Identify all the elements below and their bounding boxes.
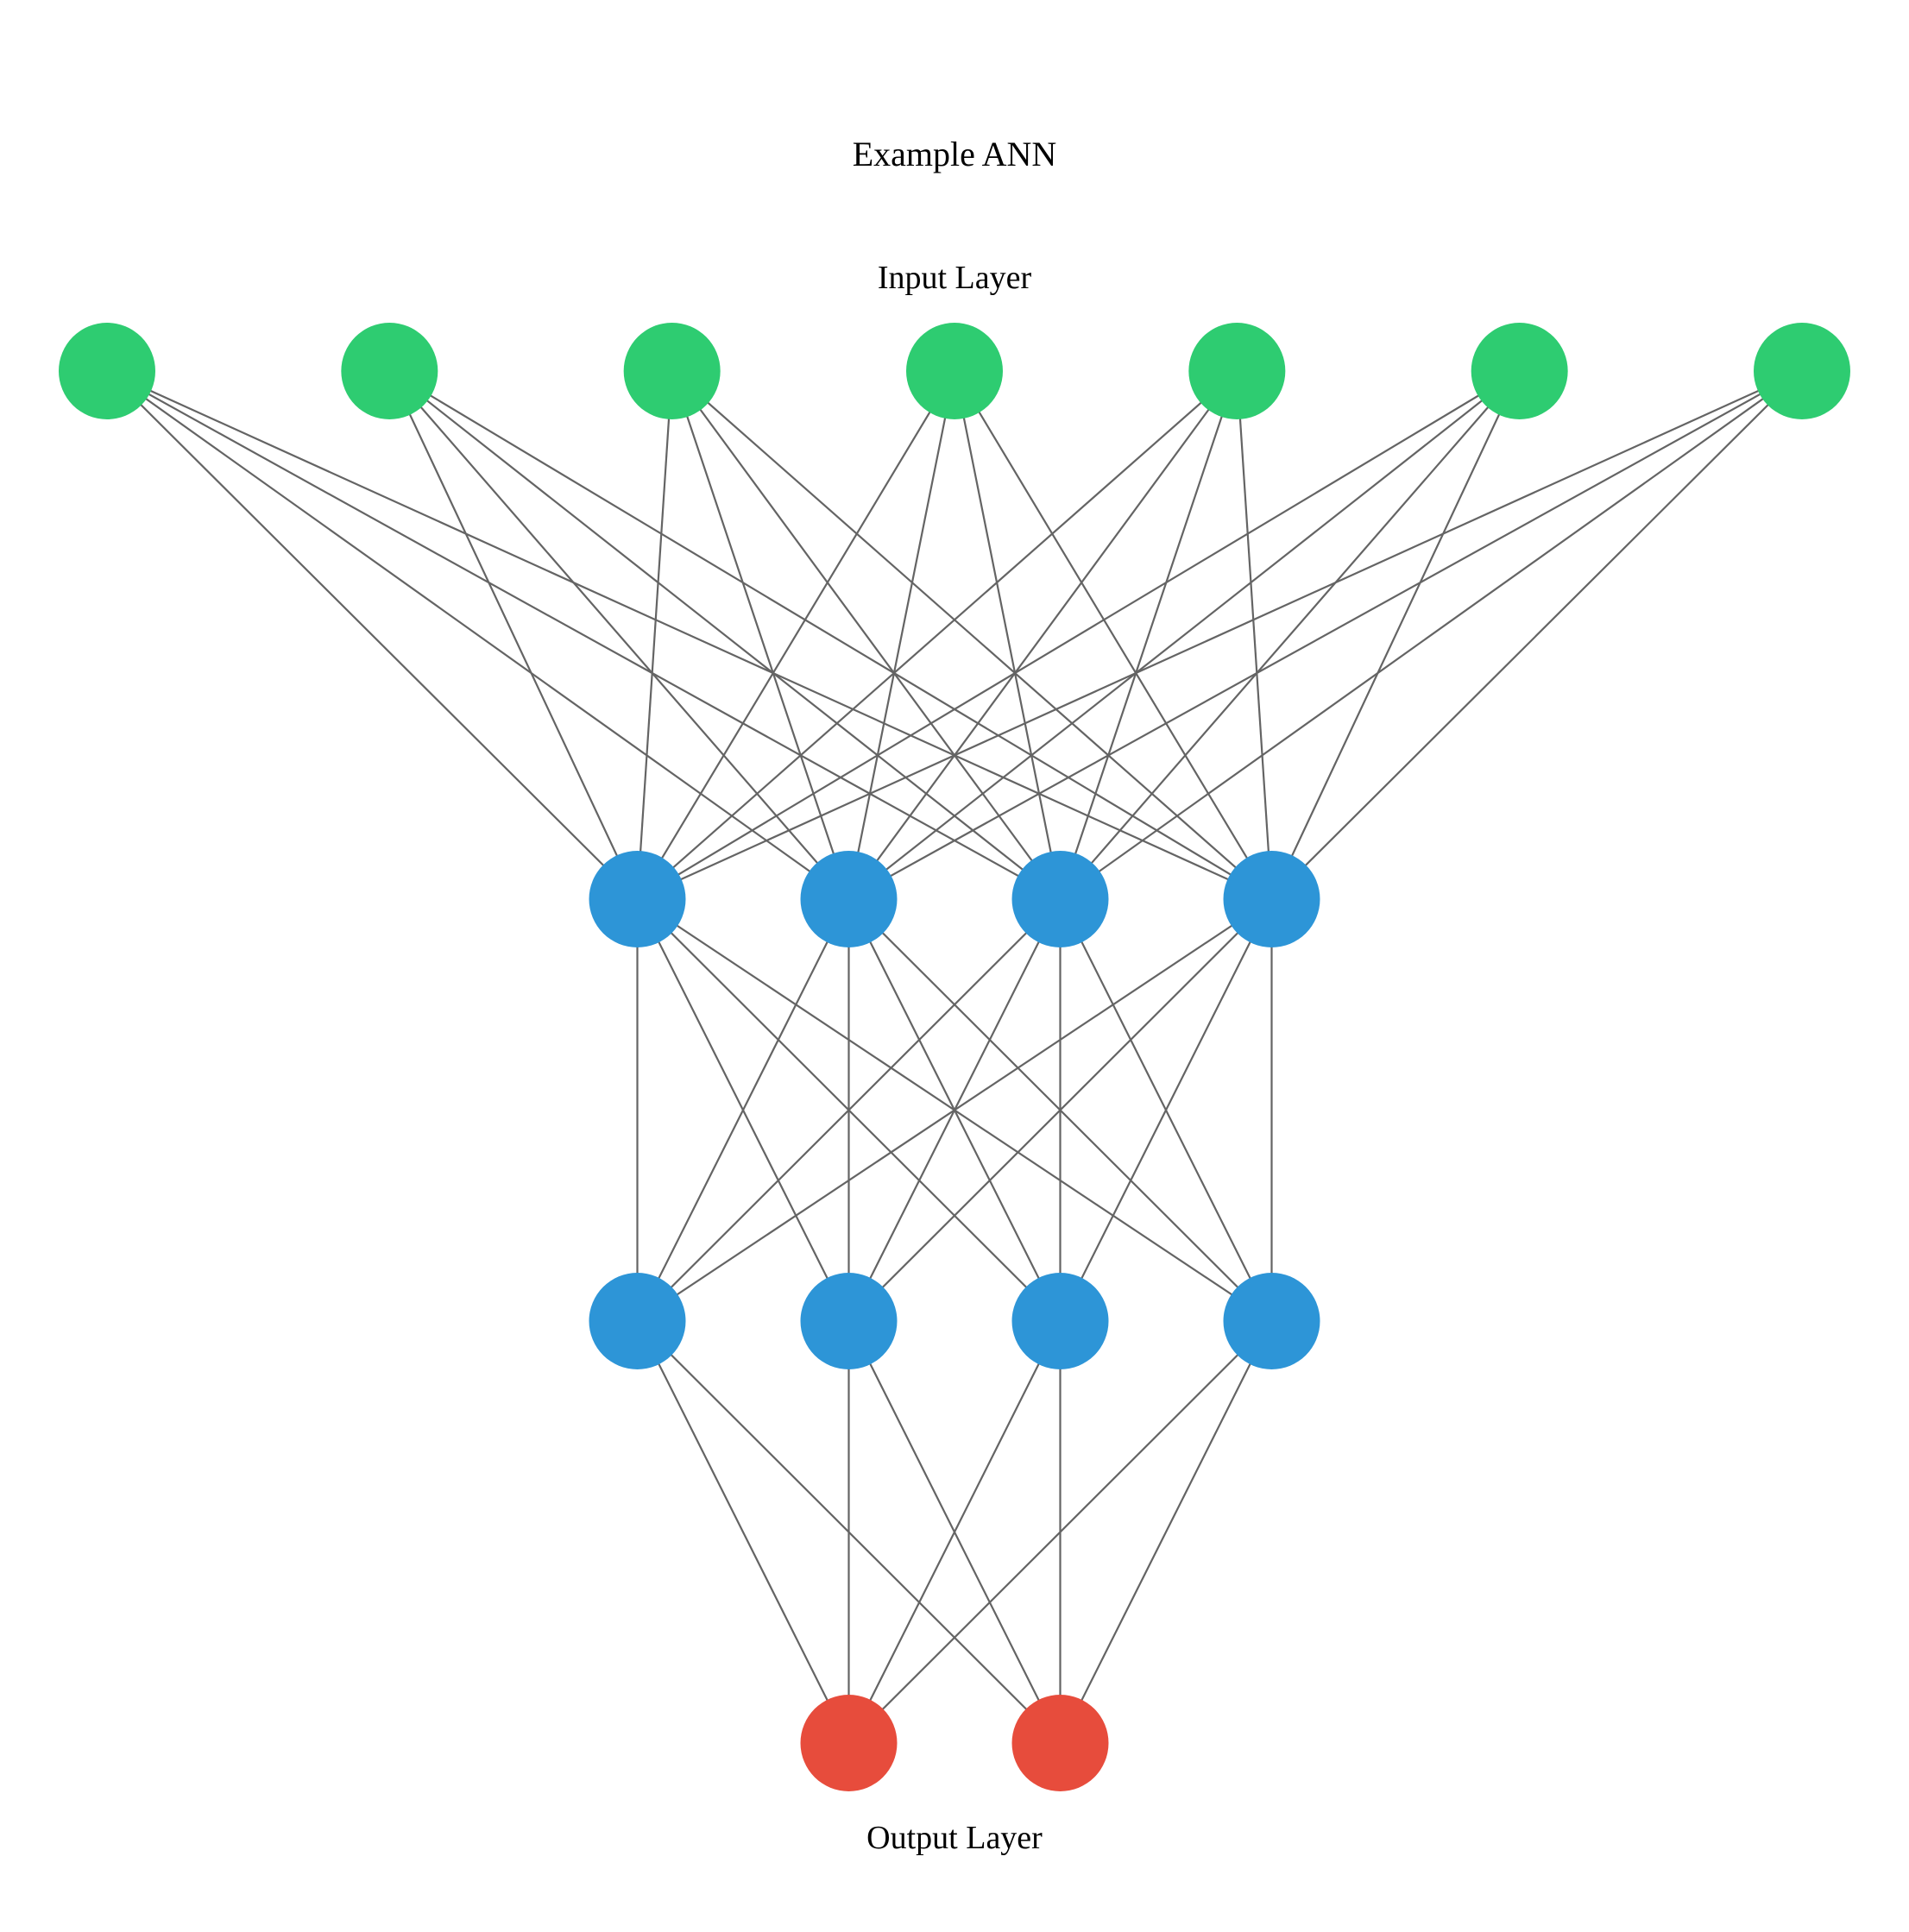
input-node — [906, 323, 1003, 419]
edge — [638, 371, 1238, 899]
hidden-node — [801, 851, 898, 947]
output-node — [1012, 1695, 1109, 1791]
hidden-node — [1012, 1273, 1109, 1369]
edges-group — [107, 371, 1802, 1743]
hidden-node — [589, 851, 686, 947]
edge — [107, 371, 638, 899]
edge — [1061, 1321, 1272, 1743]
hidden-node — [589, 1273, 686, 1369]
edge — [1272, 371, 1803, 899]
output-node — [801, 1695, 898, 1791]
edge — [1061, 371, 1520, 899]
input-node — [341, 323, 438, 419]
hidden-node — [1012, 851, 1109, 947]
edge — [389, 371, 637, 899]
edge — [1061, 371, 1803, 899]
nodes-group — [59, 323, 1850, 1791]
edge — [107, 371, 1272, 899]
edge — [389, 371, 1060, 899]
hidden-node — [1224, 851, 1320, 947]
edge — [638, 371, 672, 899]
edge — [849, 371, 1803, 899]
edge — [1061, 371, 1238, 899]
input-node — [1754, 323, 1850, 419]
input-node — [624, 323, 721, 419]
edge — [638, 371, 1803, 899]
edge — [389, 371, 848, 899]
edge — [849, 371, 1520, 899]
edge — [107, 371, 849, 899]
edge — [849, 371, 955, 899]
edge — [107, 371, 1061, 899]
edge — [954, 371, 1061, 899]
edge — [638, 371, 1520, 899]
input-node — [1471, 323, 1568, 419]
hidden-node — [1224, 1273, 1320, 1369]
ann-diagram — [0, 0, 1909, 1932]
edge — [1272, 371, 1520, 899]
edge — [672, 371, 1272, 899]
edge — [638, 1321, 849, 1743]
input-node — [1188, 323, 1285, 419]
hidden-node — [801, 1273, 898, 1369]
edge — [1237, 371, 1271, 899]
edge — [672, 371, 849, 899]
input-node — [59, 323, 155, 419]
edge — [389, 371, 1271, 899]
